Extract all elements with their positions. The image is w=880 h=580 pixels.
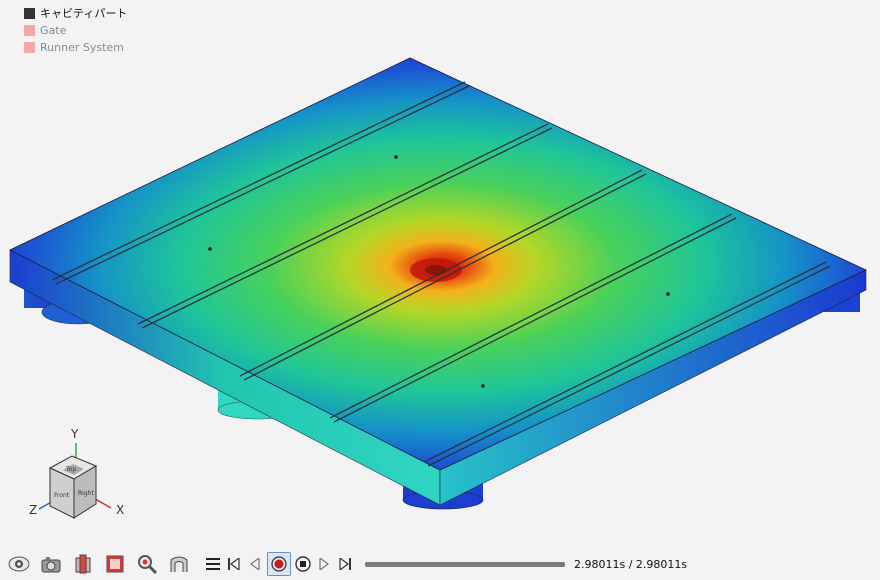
legend-swatch xyxy=(24,25,35,36)
cube-face-front: Front xyxy=(54,492,70,499)
cube-face-right: Right xyxy=(78,490,94,497)
time-separator: / xyxy=(625,557,636,571)
export-image-icon[interactable] xyxy=(102,551,128,577)
step-forward-icon[interactable] xyxy=(315,553,333,575)
skip-to-end-icon[interactable] xyxy=(336,553,354,575)
zoom-inspect-icon[interactable] xyxy=(134,551,160,577)
camera-icon[interactable] xyxy=(38,551,64,577)
cube-face-top: Top xyxy=(66,466,77,473)
time-current: 2.98011s xyxy=(574,557,626,571)
part-legend: キャビティパート Gate Runner System xyxy=(24,5,127,56)
time-scrubber-fill xyxy=(365,561,565,567)
axis-x-label: X xyxy=(116,503,125,517)
section-view-icon[interactable] xyxy=(70,551,96,577)
axis-y-label: Y xyxy=(71,427,79,441)
step-back-icon[interactable] xyxy=(246,553,264,575)
playback-controls: 2.98011s / 2.98011s xyxy=(204,552,687,576)
stop-button[interactable] xyxy=(294,553,312,575)
3d-viewport[interactable]: Y X Z Top Front Right xyxy=(0,0,880,548)
legend-label: Gate xyxy=(40,24,67,37)
legend-item-cavity[interactable]: キャビティパート xyxy=(24,5,127,22)
record-button[interactable] xyxy=(267,552,291,576)
legend-swatch xyxy=(24,8,35,19)
menu-icon[interactable] xyxy=(204,553,222,575)
measure-icon[interactable] xyxy=(166,551,192,577)
time-total: 2.98011s xyxy=(635,557,688,571)
part-render xyxy=(9,57,867,519)
legend-item-gate[interactable]: Gate xyxy=(24,22,127,39)
axis-z-label: Z xyxy=(29,503,38,517)
time-readout: 2.98011s / 2.98011s xyxy=(574,558,687,571)
legend-item-runner-system[interactable]: Runner System xyxy=(24,39,127,56)
legend-label: Runner System xyxy=(40,41,124,54)
time-scrubber[interactable] xyxy=(365,561,565,567)
legend-swatch xyxy=(24,42,35,53)
view-eye-icon[interactable] xyxy=(6,551,32,577)
bottom-toolbar: 2.98011s / 2.98011s xyxy=(0,548,880,580)
axis-triad xyxy=(38,443,112,519)
legend-label: キャビティパート xyxy=(40,7,128,20)
skip-to-start-icon[interactable] xyxy=(225,553,243,575)
